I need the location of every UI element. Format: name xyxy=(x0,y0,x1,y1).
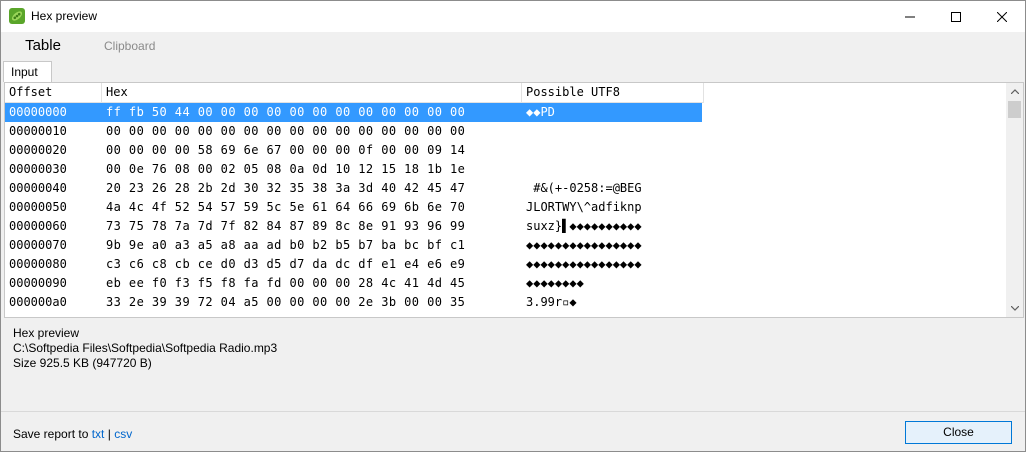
hex-cell: c3 c6 c8 cb ce d0 d3 d5 d7 da dc df e1 e… xyxy=(106,257,466,271)
hex-cell: 73 75 78 7a 7d 7f 82 84 87 89 8c 8e 91 9… xyxy=(106,219,466,233)
table-row[interactable]: 00000070 9b 9e a0 a3 a5 a8 aa ad b0 b2 b… xyxy=(5,236,702,255)
table-row[interactable]: 00000060 73 75 78 7a 7d 7f 82 84 87 89 8… xyxy=(5,217,702,236)
hex-cell: ff fb 50 44 00 00 00 00 00 00 00 00 00 0… xyxy=(106,105,466,119)
hex-cell: 9b 9e a0 a3 a5 a8 aa ad b0 b2 b5 b7 ba b… xyxy=(106,238,466,252)
hex-cell: 00 00 00 00 00 00 00 00 00 00 00 00 00 0… xyxy=(106,124,466,138)
hex-cell: eb ee f0 f3 f5 f8 fa fd 00 00 00 28 4c 4… xyxy=(106,276,466,290)
utf8-cell: suxz}▌◆◆◆◆◆◆◆◆◆◆ xyxy=(526,219,642,233)
table-row[interactable]: 00000050 4a 4c 4f 52 54 57 59 5c 5e 61 6… xyxy=(5,198,702,217)
utf8-cell: ◆◆◆◆◆◆◆◆◆◆◆◆◆◆◆◆ xyxy=(526,257,642,271)
offset-cell: 00000070 xyxy=(9,238,67,252)
footer-divider xyxy=(1,411,1025,412)
save-csv-link[interactable]: csv xyxy=(114,427,132,441)
scroll-up-button[interactable] xyxy=(1006,83,1023,100)
table-row[interactable]: 000000a0 33 2e 39 39 72 04 a5 00 00 00 0… xyxy=(5,293,702,312)
title-bar[interactable]: Hex preview xyxy=(1,1,1025,32)
save-report-label: Save report to xyxy=(13,427,89,441)
save-report-line: Save report to txt | csv xyxy=(13,427,132,441)
hex-cell: 20 23 26 28 2b 2d 30 32 35 38 3a 3d 40 4… xyxy=(106,181,466,195)
maximize-icon xyxy=(951,11,961,22)
maximize-button[interactable] xyxy=(933,1,979,32)
chevron-down-icon xyxy=(1010,306,1019,311)
hex-grid[interactable]: Offset Hex Possible UTF8 00000000 ff fb … xyxy=(4,82,1024,318)
minimize-icon xyxy=(905,16,915,17)
offset-cell: 00000060 xyxy=(9,219,67,233)
vertical-scrollbar[interactable] xyxy=(1006,83,1023,317)
utf8-cell: ◆◆◆◆◆◆◆◆◆◆◆◆◆◆◆◆ xyxy=(526,238,642,252)
table-row[interactable]: 00000080 c3 c6 c8 cb ce d0 d3 d5 d7 da d… xyxy=(5,255,702,274)
column-header-hex[interactable]: Hex xyxy=(102,83,522,102)
table-row[interactable]: 00000010 00 00 00 00 00 00 00 00 00 00 0… xyxy=(5,122,702,141)
close-button[interactable]: Close xyxy=(905,421,1012,444)
utf8-cell xyxy=(526,160,702,179)
offset-cell: 00000010 xyxy=(9,124,67,138)
utf8-cell: ◆◆PD xyxy=(526,105,555,119)
offset-cell: 00000030 xyxy=(9,162,67,176)
hex-cell: 33 2e 39 39 72 04 a5 00 00 00 00 2e 3b 0… xyxy=(106,295,466,309)
offset-cell: 000000a0 xyxy=(9,295,67,309)
offset-cell: 00000080 xyxy=(9,257,67,271)
table-row[interactable]: 00000040 20 23 26 28 2b 2d 30 32 35 38 3… xyxy=(5,179,702,198)
tab-input[interactable]: Input xyxy=(3,61,52,82)
utf8-cell: #&(+-0258:=@BEG xyxy=(526,181,642,195)
scroll-thumb[interactable] xyxy=(1008,101,1021,118)
column-header-offset[interactable]: Offset xyxy=(5,83,102,102)
window-title: Hex preview xyxy=(31,9,98,23)
close-icon xyxy=(997,11,1007,22)
offset-cell: 00000090 xyxy=(9,276,67,290)
file-info-panel: Hex preview C:\Softpedia Files\Softpedia… xyxy=(13,326,277,371)
file-path: C:\Softpedia Files\Softpedia\Softpedia R… xyxy=(13,341,278,355)
link-separator: | xyxy=(107,427,111,441)
offset-cell: 00000020 xyxy=(9,143,67,157)
hex-cell: 00 00 00 00 58 69 6e 67 00 00 00 0f 00 0… xyxy=(106,143,466,157)
grid-header: Offset Hex Possible UTF8 xyxy=(5,83,704,103)
table-row[interactable]: 00000020 00 00 00 00 58 69 6e 67 00 00 0… xyxy=(5,141,702,160)
offset-cell: 00000000 xyxy=(9,105,67,119)
table-row[interactable]: 00000000 ff fb 50 44 00 00 00 00 00 00 0… xyxy=(5,103,702,122)
offset-cell: 00000050 xyxy=(9,200,67,214)
file-size: Size 925.5 KB (947720 B) xyxy=(13,356,152,370)
table-row[interactable]: 00000090 eb ee f0 f3 f5 f8 fa fd 00 00 0… xyxy=(5,274,702,293)
close-window-button[interactable] xyxy=(979,1,1025,32)
chevron-up-icon xyxy=(1010,89,1019,94)
menu-tab-clipboard[interactable]: Clipboard xyxy=(104,32,155,60)
utf8-cell xyxy=(526,122,702,141)
menu-bar: Table Clipboard xyxy=(1,32,1025,60)
utf8-cell: ◆◆◆◆◆◆◆◆ xyxy=(526,276,584,290)
info-title: Hex preview xyxy=(13,326,80,340)
offset-cell: 00000040 xyxy=(9,181,67,195)
menu-tab-table[interactable]: Table xyxy=(1,32,85,60)
minimize-button[interactable] xyxy=(887,1,933,32)
save-txt-link[interactable]: txt xyxy=(92,427,105,441)
scroll-down-button[interactable] xyxy=(1006,300,1023,317)
pea-pod-app-icon xyxy=(9,8,25,24)
utf8-cell: 3.99r▫◆ xyxy=(526,295,577,309)
utf8-cell: JLORTWY\^adfiknp xyxy=(526,200,642,214)
hex-cell: 00 0e 76 08 00 02 05 08 0a 0d 10 12 15 1… xyxy=(106,162,466,176)
column-header-utf8[interactable]: Possible UTF8 xyxy=(522,83,704,102)
hex-preview-window: Hex preview Table Clipboard Input Offset… xyxy=(0,0,1026,452)
hex-cell: 4a 4c 4f 52 54 57 59 5c 5e 61 64 66 69 6… xyxy=(106,200,466,214)
table-row[interactable]: 00000030 00 0e 76 08 00 02 05 08 0a 0d 1… xyxy=(5,160,702,179)
utf8-cell xyxy=(526,141,702,160)
